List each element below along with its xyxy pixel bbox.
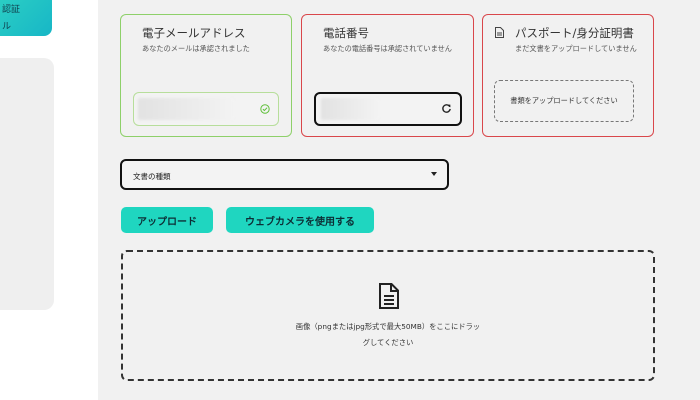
phone-card-description: あなたの電話番号は承認されていません: [323, 44, 452, 53]
email-card-description: あなたのメールは承認されました: [142, 44, 250, 53]
chevron-down-icon: [431, 172, 437, 176]
passport-card-description: まだ文書をアップロードしていません: [515, 44, 637, 53]
sidebar-item-label-line2: ル: [2, 22, 12, 32]
passport-verification-card: パスポート/身分証明書 まだ文書をアップロードしていません 書類をアップロードし…: [482, 14, 654, 137]
email-card-title: 電子メールアドレス: [142, 26, 246, 40]
passport-card-title: パスポート/身分証明書: [515, 26, 634, 40]
image-dropzone[interactable]: 画像（pngまたはjpg形式で最大50MB）をここにドラッ グしてください: [121, 250, 655, 381]
passport-upload-label: 書類をアップロードしてください: [510, 96, 618, 105]
phone-card-title: 電話番号: [323, 26, 369, 40]
phone-field[interactable]: [314, 92, 462, 126]
document-icon: [379, 283, 399, 309]
dropzone-hint-line2: グしてください: [362, 338, 414, 347]
phone-verification-card: 電話番号 あなたの電話番号は承認されていません: [301, 14, 474, 137]
passport-upload-slot[interactable]: 書類をアップロードしてください: [494, 80, 634, 122]
email-value-redacted: [138, 98, 234, 120]
upload-button[interactable]: アップロード: [121, 207, 213, 233]
refresh-icon[interactable]: [441, 103, 452, 114]
sidebar-panel: [0, 58, 54, 310]
page: 認証 ル 電子メールアドレス あなたのメールは承認されました 電話番号 あなたの…: [0, 0, 700, 400]
email-field[interactable]: [133, 92, 279, 126]
document-type-selected: 文書の種類: [133, 172, 171, 181]
use-webcam-button[interactable]: ウェブカメラを使用する: [226, 207, 374, 233]
document-icon: [495, 27, 504, 38]
document-type-select[interactable]: 文書の種類: [120, 159, 449, 190]
sidebar-item-active[interactable]: 認証 ル: [0, 0, 52, 36]
sidebar-item-label-line1: 認証: [2, 5, 21, 15]
check-circle-icon: [260, 104, 270, 114]
dropzone-hint-line1: 画像（pngまたはjpg形式で最大50MB）をここにドラッ: [295, 322, 481, 331]
email-verification-card: 電子メールアドレス あなたのメールは承認されました: [120, 14, 292, 137]
phone-value-redacted: [321, 98, 379, 120]
